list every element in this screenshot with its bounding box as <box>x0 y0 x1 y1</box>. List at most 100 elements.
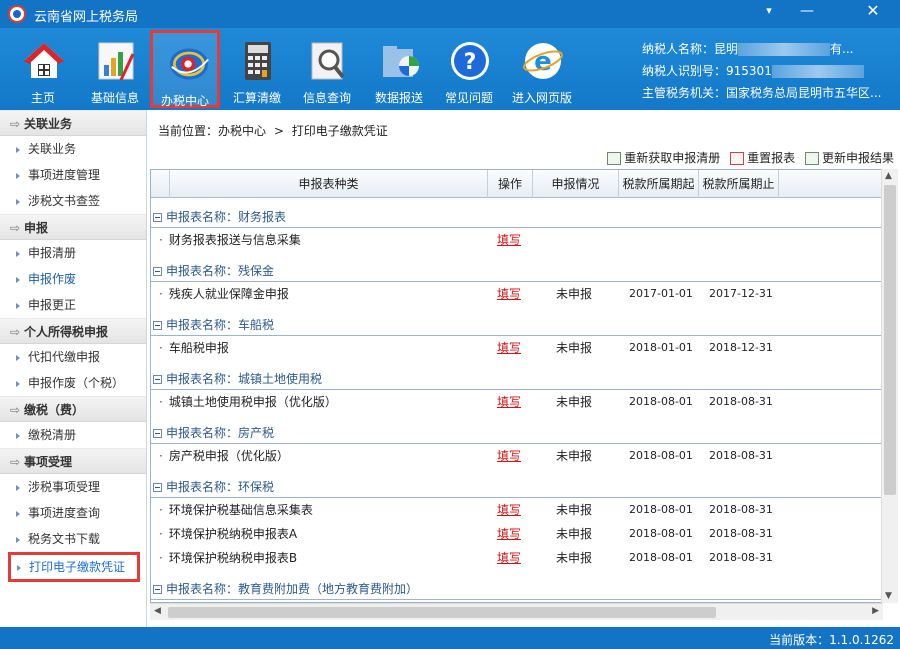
update-result-button[interactable]: 更新申报结果 <box>804 149 894 166</box>
collapse-toggle-icon[interactable] <box>153 267 162 276</box>
main-panel: 当前位置：办税中心 > 打印电子缴款凭证 重新获取申报清册 重置报表 更新申报结… <box>148 110 900 627</box>
fill-link[interactable]: 填写 <box>497 228 521 252</box>
tax-office-label: 主管税务机关： <box>642 86 727 100</box>
breadcrumb-item[interactable]: 办税中心 <box>218 124 266 138</box>
sidebar-item-label: 申报作废 <box>28 272 77 286</box>
section-title: 个人所得税申报 <box>24 325 109 339</box>
vertical-scrollbar[interactable]: ▲ ▼ <box>881 169 898 603</box>
sidebar-item-matter-accept[interactable]: 涉税事项受理 <box>0 474 146 500</box>
collapse-toggle-icon[interactable] <box>153 429 162 438</box>
sidebar-section-iit[interactable]: ⇨ 个人所得税申报 <box>0 318 146 344</box>
column-header[interactable]: 操作 <box>488 170 533 198</box>
sidebar-item-doc-sign[interactable]: 涉税文书查签 <box>0 188 146 214</box>
version-label: 当前版本：1.1.0.1262 <box>769 633 894 647</box>
table-group-header[interactable]: 申报表名称：残保金 <box>151 260 882 282</box>
reset-icon <box>730 152 745 165</box>
column-header[interactable]: 申报情况 <box>533 170 619 198</box>
column-header[interactable]: 税款所属期起 <box>619 170 699 198</box>
fill-link[interactable]: 填写 <box>497 498 521 522</box>
sidebar-item-progress-manage[interactable]: 事项进度管理 <box>0 162 146 188</box>
period-end: 2018-08-31 <box>709 527 773 540</box>
sidebar-section-declare[interactable]: ⇨ 申报 <box>0 214 146 240</box>
update-icon <box>804 152 819 165</box>
bullet-arrow-icon <box>16 172 20 179</box>
sidebar-section-pay[interactable]: ⇨ 缴税（费） <box>0 396 146 422</box>
fill-link[interactable]: 填写 <box>497 546 521 570</box>
column-header[interactable]: 税款所属期止 <box>699 170 779 198</box>
toolbar-faq[interactable]: ? 常见问题 <box>434 30 504 108</box>
sidebar-item-print-voucher[interactable]: 打印电子缴款凭证 <box>8 552 140 582</box>
folder-icon <box>379 40 421 82</box>
fill-link[interactable]: 填写 <box>497 390 521 414</box>
minimize-button[interactable]: — <box>790 0 824 22</box>
scroll-up-icon[interactable]: ▲ <box>885 171 892 181</box>
toolbar-info-query[interactable]: 信息查询 <box>292 30 362 108</box>
sidebar-item-label: 申报清册 <box>28 246 77 260</box>
sidebar-item-pay-list[interactable]: 缴税清册 <box>0 422 146 448</box>
sidebar-item-related[interactable]: 关联业务 <box>0 136 146 162</box>
fill-link[interactable]: 填写 <box>497 444 521 468</box>
collapse-toggle-icon[interactable] <box>153 213 162 222</box>
sidebar-section-related[interactable]: ⇨ 关联业务 <box>0 110 146 136</box>
bullet-arrow-icon <box>16 250 20 257</box>
sidebar-item-withhold[interactable]: 代扣代缴申报 <box>0 344 146 370</box>
refetch-list-button[interactable]: 重新获取申报清册 <box>607 149 720 166</box>
period-start: 2018-08-01 <box>629 395 693 408</box>
scroll-down-icon[interactable]: ▼ <box>885 591 892 601</box>
report-name: 环境保护税纳税申报表A <box>159 522 297 546</box>
toolbar-label: 数据报送 <box>374 91 423 105</box>
period-start: 2018-08-01 <box>629 551 693 564</box>
horizontal-scrollbar[interactable]: ◀ ▶ <box>150 603 883 620</box>
period-start: 2017-01-01 <box>629 287 693 300</box>
sidebar-item-declare-correct[interactable]: 申报更正 <box>0 292 146 318</box>
table-group-header[interactable]: 申报表名称：车船税 <box>151 314 882 336</box>
column-header[interactable]: 申报表种类 <box>170 170 488 198</box>
toolbar-home[interactable]: 主页 <box>8 30 78 108</box>
sidebar-item-declare-list[interactable]: 申报清册 <box>0 240 146 266</box>
fill-link[interactable]: 填写 <box>497 336 521 360</box>
collapse-toggle-icon[interactable] <box>153 321 162 330</box>
toolbar-annual-settlement[interactable]: 汇算清缴 <box>222 30 292 108</box>
table-group-header[interactable]: 申报表名称：城镇土地使用税 <box>151 368 882 390</box>
collapse-arrow-icon: ⇨ <box>10 325 21 339</box>
collapse-toggle-icon[interactable] <box>153 375 162 384</box>
period-end: 2018-12-31 <box>709 341 773 354</box>
toolbar-tax-center[interactable]: 办税中心 <box>150 30 220 108</box>
fill-link[interactable]: 填写 <box>497 282 521 306</box>
group-name: 车船税 <box>238 318 275 332</box>
breadcrumb-separator: > <box>273 124 284 138</box>
toolbar-web-version[interactable]: e 进入网页版 <box>507 30 577 108</box>
sidebar-section-accept[interactable]: ⇨ 事项受理 <box>0 448 146 474</box>
table-group-header[interactable]: 申报表名称：环保税 <box>151 476 882 498</box>
group-prefix: 申报表名称： <box>166 372 239 386</box>
collapse-toggle-icon[interactable] <box>153 483 162 492</box>
table-group-header[interactable]: 申报表名称：教育费附加费（地方教育费附加） <box>151 578 882 600</box>
table-group-header[interactable]: 申报表名称：房产税 <box>151 422 882 444</box>
sidebar-item-iit-void[interactable]: 申报作废（个税） <box>0 370 146 396</box>
sidebar-item-label: 关联业务 <box>28 142 77 156</box>
collapse-toggle-icon[interactable] <box>153 585 162 594</box>
period-start: 2018-08-01 <box>629 449 693 462</box>
breadcrumb-item: 打印电子缴款凭证 <box>291 124 388 138</box>
home-icon <box>23 40 65 82</box>
scroll-left-icon[interactable]: ◀ <box>154 606 161 616</box>
group-name: 残保金 <box>238 264 275 278</box>
sidebar-item-declare-void[interactable]: 申报作废 <box>0 266 146 292</box>
close-button[interactable]: ✕ <box>856 0 890 22</box>
status-bar: 当前版本：1.1.0.1262 <box>0 627 900 649</box>
declaration-table: 申报表种类 操作 申报情况 税款所属期起 税款所属期止 申报表名称：财务报表财务… <box>150 169 883 603</box>
table-group-header[interactable]: 申报表名称：财务报表 <box>151 206 882 228</box>
scroll-thumb[interactable] <box>168 607 716 618</box>
menu-dropdown-icon[interactable]: ▾ <box>752 0 786 22</box>
sidebar-item-progress-query[interactable]: 事项进度查询 <box>0 500 146 526</box>
sidebar-item-doc-download[interactable]: 税务文书下载 <box>0 526 146 552</box>
toolbar-basic-info[interactable]: 基础信息 <box>80 30 150 108</box>
sidebar-item-label: 税务文书下载 <box>28 532 101 546</box>
toolbar-label: 主页 <box>30 91 55 105</box>
scroll-right-icon[interactable]: ▶ <box>872 606 879 616</box>
toolbar-data-submit[interactable]: 数据报送 <box>364 30 434 108</box>
app-logo-icon <box>8 5 26 23</box>
fill-link[interactable]: 填写 <box>497 522 521 546</box>
scroll-thumb[interactable] <box>884 185 896 495</box>
reset-report-button[interactable]: 重置报表 <box>730 149 795 166</box>
